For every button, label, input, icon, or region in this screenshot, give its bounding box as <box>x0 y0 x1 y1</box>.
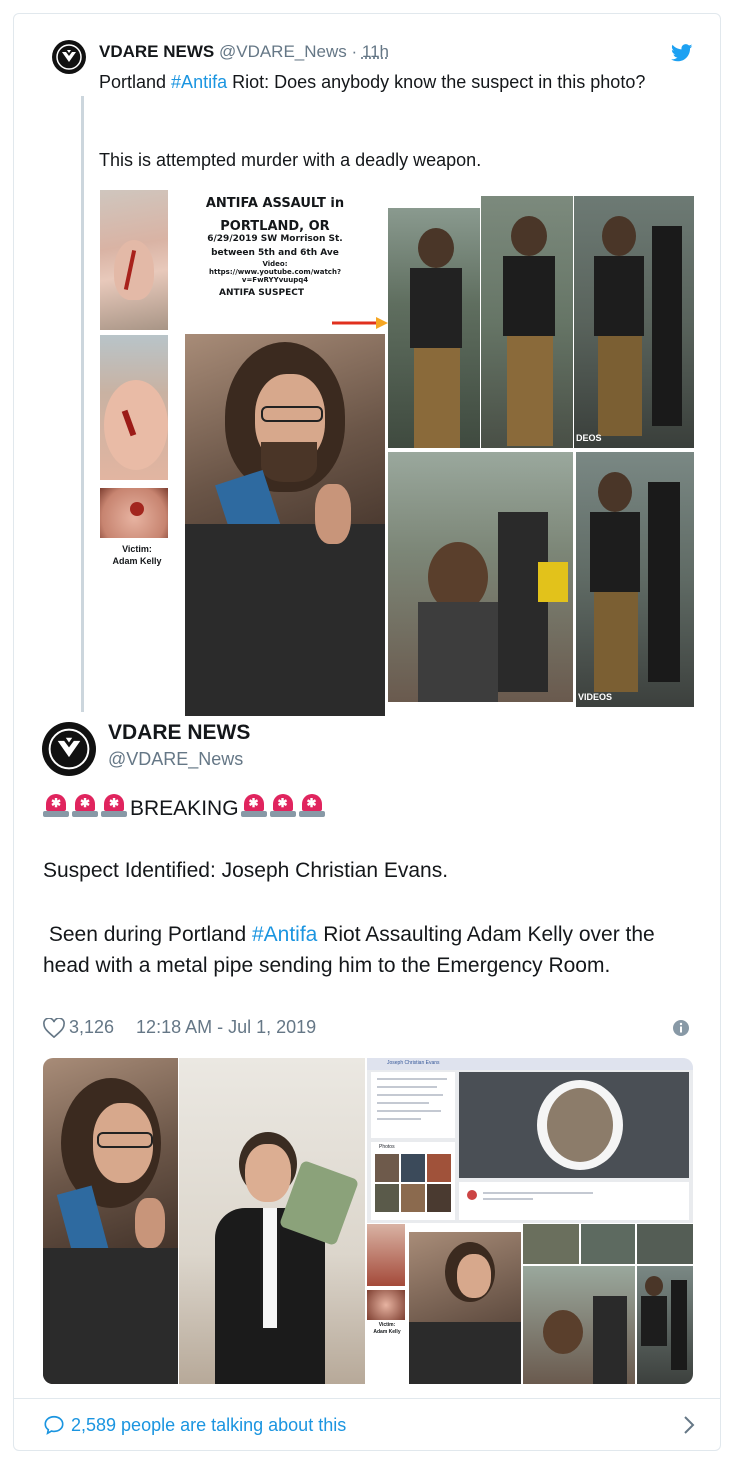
victim-photo-1 <box>100 190 168 330</box>
breaking-text: BREAKING <box>130 797 239 820</box>
thumb-victim-label: Victim: <box>378 1322 396 1328</box>
siren-icon: ✱ <box>72 794 98 818</box>
info-icon[interactable] <box>672 1019 690 1037</box>
victim-photo-2 <box>100 335 168 480</box>
avatar-logo-icon <box>56 44 82 70</box>
suspect-video-still-1 <box>388 208 480 448</box>
main-tweet-body: Seen during Portland #Antifa Riot Assaul… <box>43 919 693 981</box>
main-handle[interactable]: @VDARE_News <box>108 749 243 770</box>
videos-label-2: VIDEOS <box>578 692 613 702</box>
hashtag-antifa-link[interactable]: #Antifa <box>252 923 317 946</box>
heart-icon[interactable] <box>43 1017 65 1038</box>
videos-label-1: DEOS <box>576 433 602 443</box>
collage-between: between 5th and 6th Ave <box>211 248 339 258</box>
reply-bubble-icon <box>44 1415 64 1435</box>
suspect-identified-text: Suspect Identified: Joseph Christian Eva… <box>43 859 449 882</box>
likes-count[interactable]: 3,126 <box>69 1017 114 1038</box>
siren-icon: ✱ <box>298 794 325 818</box>
quoted-text: Portland #Antifa Riot: Does anybody know… <box>99 70 689 95</box>
quoted-text-part: Portland <box>99 72 172 92</box>
main-tweet-image[interactable]: Joseph Christian Evans Photos Victim: Ad… <box>43 1058 693 1384</box>
quoted-text-line2: This is attempted murder with a deadly w… <box>99 150 482 170</box>
collage-image[interactable]: Victim: Adam Kelly ANTIFA ASSAULT in POR… <box>100 190 694 716</box>
collage-victim-caption: Victim: Adam Kelly <box>104 543 170 567</box>
fb-profile-name: Joseph Christian Evans <box>387 1060 440 1066</box>
collage-video-label: Video: <box>262 260 288 268</box>
facebook-profile-screenshot: Joseph Christian Evans Photos <box>367 1058 693 1223</box>
tweet-timestamp[interactable]: 12:18 AM - Jul 1, 2019 <box>136 1017 316 1038</box>
thumb-victim-name: Adam Kelly <box>373 1329 401 1335</box>
thread-line <box>81 96 84 712</box>
quoted-avatar[interactable] <box>52 40 86 74</box>
quoted-time[interactable]: 11h <box>362 42 389 61</box>
suspect-video-still-2 <box>481 196 573 448</box>
main-text-part: Seen during Portland <box>43 923 252 946</box>
collage-title-2: PORTLAND, OR <box>220 219 330 234</box>
siren-icon: ✱ <box>269 794 296 818</box>
twitter-bird-icon[interactable] <box>671 44 693 62</box>
tweet-card: VDARE NEWS @VDARE_News · 11h Portland #A… <box>13 13 721 1451</box>
quoted-text-part: Riot: Does anybody know the suspect in t… <box>227 72 646 92</box>
assault-video-still <box>388 452 573 702</box>
main-display-name[interactable]: VDARE NEWS <box>108 721 250 745</box>
suspect-closeup-photo <box>43 1058 178 1384</box>
quoted-header: VDARE NEWS @VDARE_News · 11h <box>99 42 389 62</box>
siren-icon: ✱ <box>240 794 267 818</box>
quoted-handle[interactable]: @VDARE_News <box>219 42 347 61</box>
fb-photos-label: Photos <box>379 1144 395 1150</box>
collage-video-url-1: https://www.youtube.com/watch? <box>208 268 342 276</box>
collage-victim-label: Victim: <box>122 544 152 554</box>
suspect-money-photo <box>179 1058 365 1384</box>
quoted-display-name[interactable]: VDARE NEWS <box>99 42 214 61</box>
thumb-victim-caption: Victim: Adam Kelly <box>367 1322 407 1336</box>
arrow-right-icon <box>332 317 388 329</box>
collage-title-1: ANTIFA ASSAULT in <box>205 196 345 211</box>
siren-icon: ✱ <box>101 794 127 818</box>
avatar-logo-icon <box>48 728 90 770</box>
collage-suspect-label: ANTIFA SUSPECT <box>219 288 304 298</box>
suspect-video-still-3: DEOS <box>574 196 694 448</box>
footer-divider <box>14 1398 720 1399</box>
collage-date: 6/29/2019 SW Morrison St. <box>207 234 343 244</box>
collage-title-block: ANTIFA ASSAULT in PORTLAND, OR 6/29/2019… <box>175 196 375 298</box>
suspect-closeup-photo <box>185 334 385 716</box>
suspect-video-still-4: VIDEOS <box>576 452 694 707</box>
siren-icon: ✱ <box>43 794 69 818</box>
main-avatar[interactable] <box>42 722 96 776</box>
hashtag-antifa-link[interactable]: #Antifa <box>171 72 227 92</box>
quoted-separator: · <box>351 42 358 61</box>
collage-thumbnail: Victim: Adam Kelly <box>367 1224 693 1384</box>
collage-video-url-2: v=FwRYYvuupq4 <box>241 276 309 284</box>
talking-text[interactable]: 2,589 people are talking about this <box>71 1415 346 1436</box>
collage-victim-name: Adam Kelly <box>112 556 162 566</box>
chevron-right-icon[interactable] <box>683 1415 695 1435</box>
talking-link[interactable]: 2,589 people are talking about this <box>43 1412 695 1438</box>
victim-photo-3 <box>100 488 168 538</box>
breaking-line: ✱ ✱ ✱ BREAKING ✱ ✱ ✱ <box>43 794 328 821</box>
tweet-meta-row: 3,126 12:18 AM - Jul 1, 2019 <box>43 1017 316 1038</box>
